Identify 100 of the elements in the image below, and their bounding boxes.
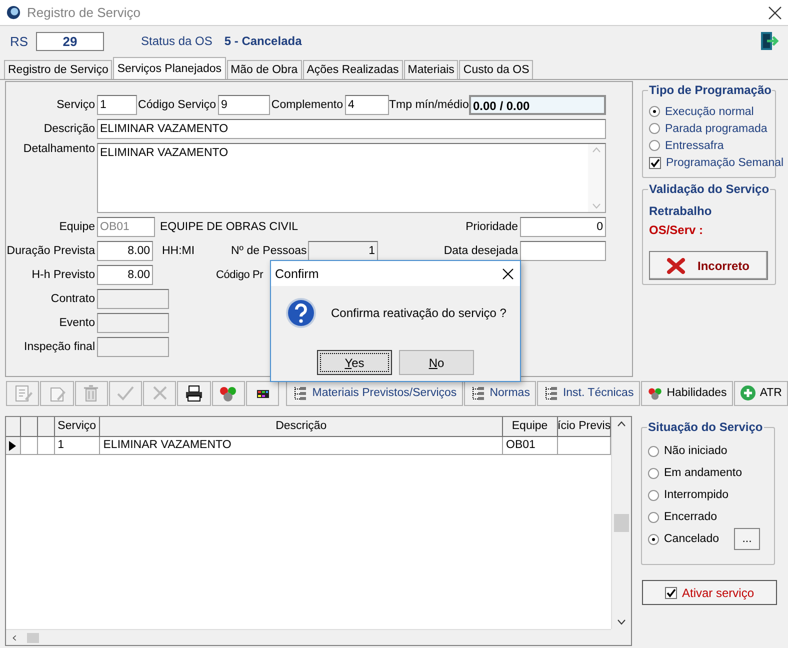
input-field[interactable]: 8.00 [97, 241, 153, 261]
vertical-scrollbar[interactable] [611, 417, 631, 629]
radio-button[interactable] [648, 512, 659, 522]
column-header: Serviço [54, 417, 100, 437]
tree-list-icon [470, 385, 486, 401]
rs-label: RS [10, 34, 30, 48]
printer-icon [184, 384, 204, 402]
tree-list-icon [292, 385, 308, 401]
radio-button[interactable] [649, 140, 660, 151]
radio-button[interactable] [648, 468, 659, 478]
input-field[interactable] [97, 313, 169, 333]
input-field[interactable]: 1 [308, 241, 378, 261]
table-cell: OB01 [503, 437, 558, 455]
group-title: Situação do Serviço [647, 420, 764, 434]
toolbar-button[interactable]: Normas [464, 380, 536, 406]
toolbar-button[interactable]: Habilidades [640, 380, 733, 406]
toolbar-button[interactable] [177, 380, 211, 406]
tab[interactable]: Ações Realizadas [302, 60, 403, 79]
radio-button[interactable] [648, 446, 659, 456]
column-header [20, 417, 38, 437]
scroll-down-icon[interactable] [617, 619, 626, 625]
input-field[interactable]: 4 [345, 95, 389, 115]
checkbox[interactable] [649, 156, 661, 168]
field-text: EQUIPE DE OBRAS CIVIL [159, 221, 300, 233]
option-label: Não iniciado [664, 445, 728, 457]
field-text: ELIMINAR VAZAMENTO [99, 146, 230, 161]
input-field[interactable] [97, 337, 169, 357]
radio-button[interactable] [649, 106, 660, 117]
field-label: Contrato [50, 293, 96, 305]
toolbar-button[interactable]: ATR [734, 380, 788, 406]
field-label: Código Serviço [137, 99, 217, 111]
button-label: Ativar serviço [682, 586, 754, 600]
option-label: Parada programada [665, 122, 768, 134]
field-label: Nº de Pessoas [231, 245, 308, 257]
toolbar-button[interactable]: Materiais Previstos/Serviços [286, 380, 463, 406]
tab[interactable]: Mão de Obra [226, 60, 302, 79]
option-label: Execução normal [665, 106, 754, 118]
group-title: Validação do Serviço [648, 182, 770, 196]
field-label: Duração Prevista [6, 245, 96, 257]
checkmark-icon [115, 384, 136, 402]
input-field[interactable]: 9 [218, 95, 270, 115]
radio-button[interactable] [648, 490, 659, 500]
cross-icon [667, 258, 686, 274]
incorreto-button[interactable]: Incorreto [649, 251, 768, 280]
status-value: 5 - Cancelada [224, 34, 302, 48]
input-field[interactable] [97, 289, 169, 309]
tree-list-icon [542, 385, 559, 401]
field-label: Serviço [56, 99, 96, 111]
dialog-button[interactable]: Yes [317, 350, 392, 375]
table-cell [20, 437, 38, 455]
input-field[interactable]: 8.00 [97, 265, 153, 285]
people-icon [646, 385, 663, 401]
scroll-left-icon[interactable] [10, 634, 19, 640]
scroll-thumb[interactable] [614, 514, 629, 532]
horizontal-scrollbar[interactable] [6, 629, 611, 645]
rs-field[interactable]: 29 [36, 32, 104, 50]
input-field[interactable] [520, 241, 606, 261]
tab[interactable]: Custo da OS [459, 60, 534, 79]
option-label: Programação Semanal [666, 156, 784, 168]
field-label: H-h Previsto [30, 269, 96, 281]
exit-door-icon[interactable] [758, 30, 780, 52]
toolbar-button[interactable]: Inst. Técnicas [536, 380, 640, 406]
option-label: Em andamento [664, 467, 742, 479]
column-header [6, 417, 21, 437]
tab[interactable]: Materiais [404, 60, 458, 79]
row-header[interactable] [6, 437, 21, 455]
ativar-button[interactable]: Ativar serviço [642, 580, 777, 605]
tab[interactable]: Serviços Planejados [113, 57, 226, 79]
dialog-title: Confirm [275, 266, 320, 280]
input-field[interactable]: ELIMINAR VAZAMENTO [97, 119, 606, 139]
table-cell: 1 [54, 437, 100, 455]
field-label: Equipe [58, 221, 96, 233]
dialog-button[interactable]: No [399, 350, 474, 375]
field-label: Tmp mín/médio [389, 99, 469, 111]
more-button[interactable]: ... [734, 528, 760, 550]
close-icon[interactable] [768, 6, 782, 20]
field-label: Data desejada [442, 245, 519, 257]
table-cell: ELIMINAR VAZAMENTO [100, 437, 504, 455]
tab[interactable]: Registro de Serviço [4, 60, 112, 79]
input-field[interactable]: 0 [520, 217, 606, 237]
group-title: Tipo de Programação [648, 83, 772, 97]
radio-button[interactable] [649, 123, 660, 134]
option-label: Encerrado [664, 511, 718, 523]
close-icon[interactable] [502, 268, 514, 280]
column-header: ício Previs [558, 417, 611, 437]
scroll-up-icon[interactable] [617, 421, 626, 427]
status-label: Status da OS [141, 34, 212, 48]
input-field[interactable]: 1 [97, 95, 137, 115]
field-label: Evento [58, 317, 96, 329]
field-label: Descrição [42, 123, 96, 135]
question-icon [285, 297, 317, 329]
scroll-thumb[interactable] [27, 632, 39, 642]
text-area[interactable]: ELIMINAR VAZAMENTO [97, 143, 606, 213]
dialog-message: Confirma reativação do serviço ? [331, 306, 506, 320]
toolbar-button[interactable] [246, 380, 280, 406]
checkbox[interactable] [664, 586, 677, 598]
radio-button[interactable] [648, 534, 659, 544]
column-header: Equipe [503, 417, 558, 437]
table-cell [38, 437, 55, 455]
readout-field: 0.00 / 0.00 [469, 95, 606, 115]
